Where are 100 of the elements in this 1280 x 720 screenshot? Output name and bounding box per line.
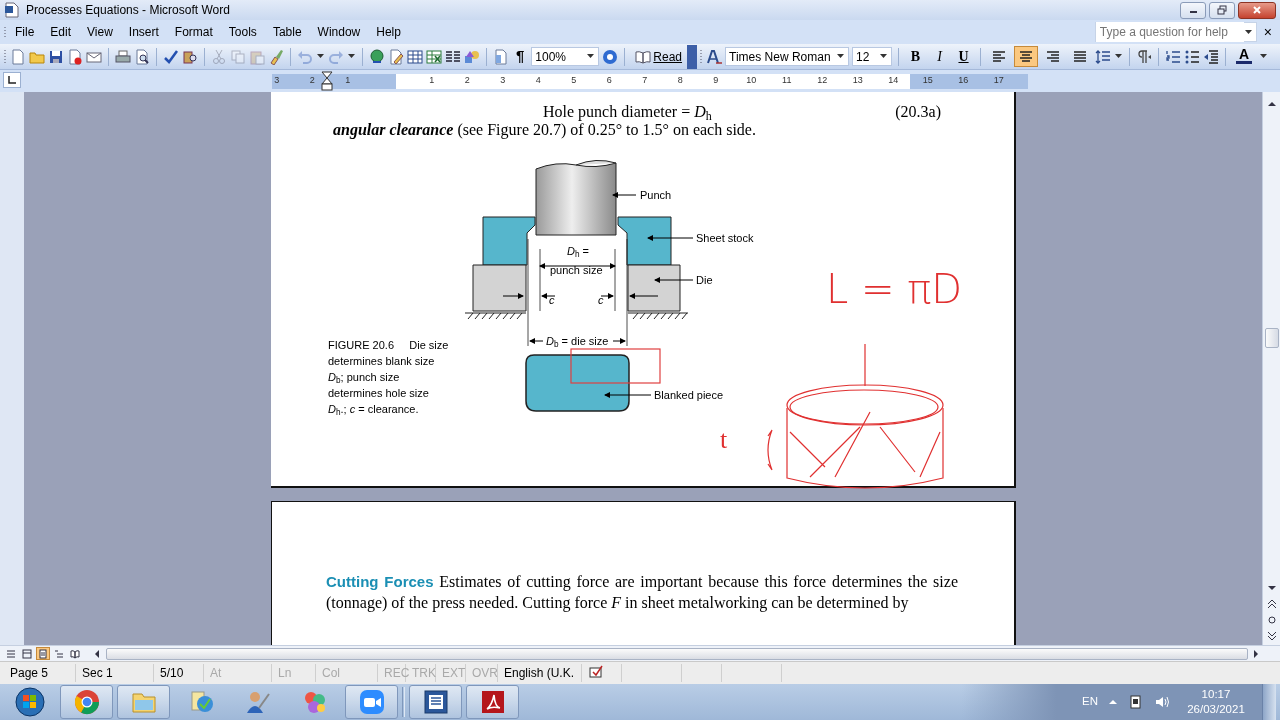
help-icon[interactable] <box>602 48 619 65</box>
columns-icon[interactable] <box>445 48 461 65</box>
minimize-button[interactable] <box>1180 1 1206 19</box>
handwritten-label: t <box>720 425 728 455</box>
dropdown-arrow[interactable] <box>1115 54 1123 59</box>
ruler-number: 17 <box>993 75 1004 86</box>
font-field[interactable]: Times New Roman <box>725 47 850 66</box>
previous-page-icon[interactable] <box>1265 598 1278 610</box>
menu-item[interactable]: Window <box>309 23 369 41</box>
spelling-icon[interactable] <box>163 48 179 65</box>
status-item: At <box>204 664 272 682</box>
status-item: 5/10 <box>154 664 204 682</box>
start-button[interactable] <box>12 685 48 719</box>
new-document-icon[interactable] <box>10 48 26 65</box>
line-spacing-icon[interactable] <box>1095 48 1112 65</box>
browse-object-icon[interactable] <box>1265 614 1278 626</box>
status-item: Col <box>316 664 378 682</box>
volume-icon[interactable] <box>1154 694 1170 710</box>
show-formatting-button[interactable]: ¶ <box>512 46 529 67</box>
zoom-field[interactable]: 100% <box>531 47 600 66</box>
window-title: Processes Equations - Microsoft Word <box>26 2 230 19</box>
status-item: Sec 1 <box>76 664 154 682</box>
ruler-number: 11 <box>782 75 792 86</box>
web-view-icon <box>22 648 32 659</box>
decrease-indent-icon[interactable] <box>1203 48 1220 65</box>
menu-item[interactable]: Tools <box>220 23 265 41</box>
research-icon[interactable] <box>182 48 198 65</box>
equation: Hole punch diameter = D$_{h}$ <box>543 102 712 121</box>
restore-button[interactable] <box>1209 1 1235 19</box>
dropdown-arrow[interactable] <box>348 54 355 59</box>
align-center-button[interactable] <box>1014 46 1039 67</box>
close-button[interactable] <box>1238 1 1276 19</box>
tab-stop-icon <box>7 75 17 85</box>
font-size-field[interactable]: 12 <box>852 47 893 66</box>
dropdown-arrow[interactable] <box>880 54 888 59</box>
close-document-button[interactable]: × <box>1259 21 1276 43</box>
show-desktop-button[interactable] <box>1262 684 1276 720</box>
bullets-icon[interactable] <box>1184 48 1201 65</box>
dropdown-arrow[interactable] <box>317 54 324 59</box>
permission-icon[interactable] <box>67 48 83 65</box>
align-center-icon <box>1018 48 1035 65</box>
windows-logo-icon <box>15 687 45 717</box>
print-layout-button[interactable] <box>36 647 50 660</box>
tray-arrow-icon[interactable] <box>1108 697 1118 707</box>
callout-label: Blanked piece <box>654 389 724 402</box>
print-preview-icon[interactable] <box>134 48 150 65</box>
menu-item[interactable]: File <box>7 23 43 41</box>
menu-item[interactable]: Format <box>166 23 221 41</box>
indent-marker[interactable] <box>321 71 333 91</box>
menu-item[interactable]: Help <box>368 23 409 41</box>
print-layout-icon <box>38 648 48 659</box>
next-page-icon[interactable] <box>1265 630 1278 642</box>
table-icon[interactable] <box>407 48 423 65</box>
toolbar-grip-icon <box>700 49 704 64</box>
dropdown-arrow[interactable] <box>1244 29 1252 35</box>
font-color-button[interactable]: A <box>1232 46 1257 67</box>
taskbar-button[interactable] <box>409 685 462 719</box>
video-camera-icon <box>357 688 386 716</box>
paintbrush-icon[interactable] <box>268 48 284 65</box>
scroll-thumb[interactable] <box>106 647 1248 660</box>
menu-item[interactable]: Insert <box>120 23 167 41</box>
menu-item[interactable]: View <box>79 23 121 41</box>
dropdown-arrow[interactable] <box>587 54 595 59</box>
spreadsheet-icon[interactable] <box>426 48 442 65</box>
numbering-icon[interactable] <box>1165 48 1182 65</box>
paragraph-direction-icon[interactable] <box>1136 48 1153 65</box>
ruler-number: 15 <box>922 75 933 86</box>
align-right-icon <box>1045 48 1062 65</box>
scroll-thumb[interactable] <box>1264 328 1279 348</box>
document-map-icon[interactable] <box>493 48 509 65</box>
pencil-document-icon[interactable] <box>388 48 404 65</box>
print-icon[interactable] <box>115 48 131 65</box>
web-view-button[interactable] <box>20 647 34 660</box>
toolbar-options-button[interactable] <box>687 44 698 69</box>
justify-icon <box>1072 48 1089 65</box>
read-button[interactable]: Read <box>631 46 687 67</box>
normal-view-icon <box>6 648 16 659</box>
italic-button[interactable]: I <box>929 46 951 67</box>
help-search-field[interactable]: Type a question for help <box>1094 22 1257 42</box>
normal-view-button[interactable] <box>4 647 18 660</box>
equation-number: (20.3a) <box>895 102 941 121</box>
dropdown-arrow[interactable] <box>1260 54 1268 59</box>
taskbar-button[interactable] <box>466 685 519 719</box>
ruler-number: 9 <box>713 75 719 86</box>
reading-view-button[interactable] <box>68 647 82 660</box>
styles-icon[interactable] <box>706 48 723 65</box>
callout-label: Punch <box>640 189 672 202</box>
menu-item[interactable]: Edit <box>42 23 80 41</box>
underline-button[interactable]: U <box>953 46 975 67</box>
ruler-number: 5 <box>571 75 577 86</box>
handwritten-formula: L = πD <box>826 265 963 314</box>
spelling-status-icon[interactable] <box>588 664 604 680</box>
power-icon[interactable] <box>1128 694 1144 710</box>
ruler-number: 3 <box>274 75 280 86</box>
shapes-icon[interactable] <box>464 48 480 65</box>
dropdown-arrow[interactable] <box>837 54 845 59</box>
menu-item[interactable]: Table <box>264 23 310 41</box>
tab-stop-selector[interactable] <box>3 72 21 88</box>
bold-button[interactable]: B <box>905 46 927 67</box>
save-icon[interactable] <box>48 48 64 65</box>
